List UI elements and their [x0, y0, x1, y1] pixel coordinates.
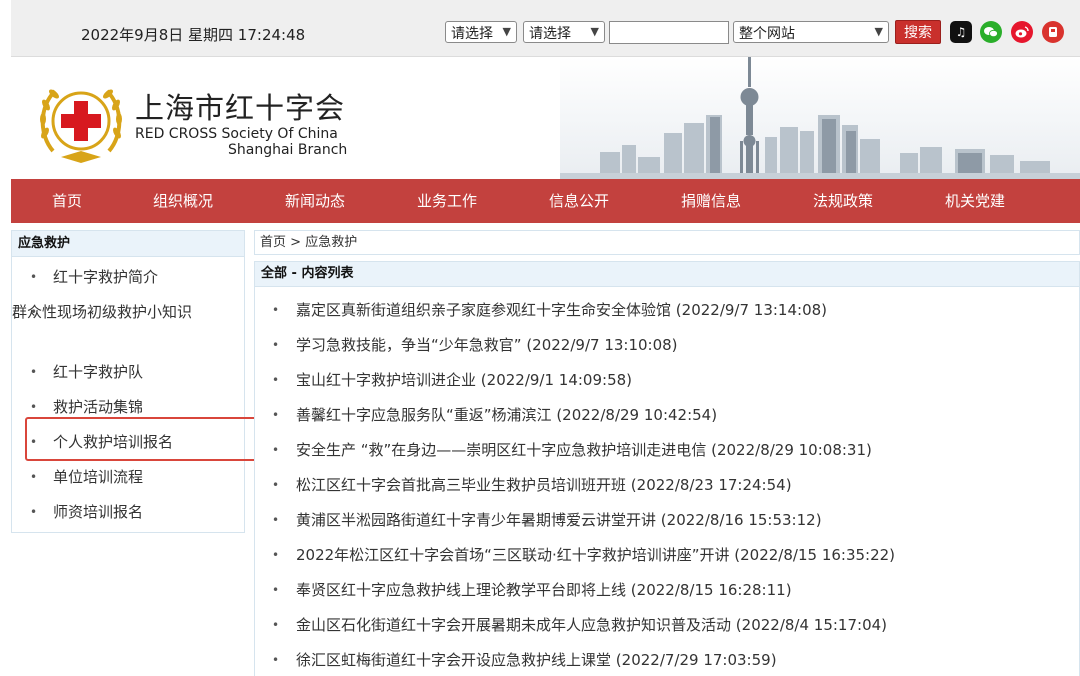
sidebar-item-label: 师资培训报名	[53, 503, 144, 521]
app-icon[interactable]	[1042, 21, 1064, 43]
bullet-icon: •	[30, 470, 38, 484]
bullet-icon: •	[30, 270, 38, 284]
chevron-down-icon: ▼	[590, 25, 599, 38]
site-name-en-line2: Shanghai Branch	[228, 142, 348, 158]
nav-item-organization[interactable]: 组织概况	[128, 179, 238, 223]
current-date: 2022年9月8日 星期四 17:24:48	[81, 26, 306, 44]
bullet-icon: •	[272, 583, 280, 597]
news-title[interactable]: 嘉定区真新街道组织亲子家庭参观红十字生命安全体验馆	[296, 301, 671, 319]
bullet-icon: •	[30, 365, 38, 379]
news-time: (2022/9/7 13:10:08)	[526, 336, 678, 354]
search-input[interactable]	[609, 21, 729, 44]
red-cross-logo[interactable]	[33, 73, 129, 169]
sidebar-item-teacher-training[interactable]: • 师资培训报名	[12, 500, 238, 525]
sidebar-item-label: 红十字救护队	[53, 363, 144, 381]
weibo-icon[interactable]	[1011, 21, 1033, 43]
highlight-box	[25, 417, 289, 461]
tiktok-icon[interactable]: ♫	[950, 21, 972, 43]
bullet-icon: •	[272, 618, 280, 632]
news-title[interactable]: 学习急救技能，争当“少年急救官”	[296, 336, 522, 354]
wechat-icon[interactable]	[980, 21, 1002, 43]
breadcrumb-separator: >	[290, 235, 302, 250]
app-glyph	[1049, 27, 1057, 37]
news-title[interactable]: 徐汇区虹梅街道红十字会开设应急救护线上课堂	[296, 651, 611, 669]
content-list-title: 全部 - 内容列表	[255, 262, 1079, 287]
bullet-icon: •	[272, 303, 280, 317]
chevron-down-icon: ▼	[874, 25, 883, 38]
site-name-en-line1: RED CROSS Society Of China	[135, 126, 338, 142]
sidebar-item-first-aid-tips[interactable]: • 群众性现场初级救护小知识	[12, 300, 244, 325]
news-title[interactable]: 善馨红十字应急服务队“重返”杨浦滨江	[296, 406, 552, 424]
news-time: (2022/9/1 14:09:58)	[480, 371, 633, 389]
nav-item-news[interactable]: 新闻动态	[260, 179, 370, 223]
nav-item-regulations[interactable]: 法规政策	[788, 179, 898, 223]
sidebar: 应急救护 • 红十字救护简介 • 群众性现场初级救护小知识 • 红十字救护队 •…	[11, 230, 245, 533]
sidebar-item-label: 单位培训流程	[53, 468, 144, 486]
sidebar-item-label: 红十字救护简介	[53, 268, 159, 286]
breadcrumb: 首页 > 应急救护	[254, 230, 1080, 255]
sidebar-title: 应急救护	[12, 231, 244, 257]
news-time: (2022/8/15 16:35:22)	[734, 546, 896, 564]
category-select-1[interactable]: 请选择 ▼	[445, 21, 517, 43]
search-button[interactable]: 搜索	[895, 20, 941, 44]
news-time: (2022/8/15 16:28:11)	[630, 581, 792, 599]
nav-item-home[interactable]: 首页	[12, 179, 122, 223]
nav-item-disclosure[interactable]: 信息公开	[524, 179, 634, 223]
news-time: (2022/8/29 10:08:31)	[711, 441, 872, 459]
breadcrumb-current[interactable]: 应急救护	[305, 235, 357, 250]
sidebar-item-unit-training[interactable]: • 单位培训流程	[12, 465, 238, 490]
bullet-icon: •	[272, 653, 280, 667]
bullet-icon: •	[272, 373, 280, 387]
nav-item-party[interactable]: 机关党建	[920, 179, 1030, 223]
main-nav: 首页 组织概况 新闻动态 业务工作 信息公开 捐赠信息 法规政策 机关党建	[11, 179, 1080, 223]
news-time: (2022/7/29 17:03:59)	[615, 651, 777, 669]
news-title[interactable]: 松江区红十字会首批高三毕业生救护员培训班开班	[296, 476, 626, 494]
news-time: (2022/8/29 10:42:54)	[556, 406, 718, 424]
breadcrumb-home[interactable]: 首页	[260, 235, 286, 250]
site-name-cn: 上海市红十字会	[135, 91, 346, 125]
site-header: 上海市红十字会 RED CROSS Society Of China Shang…	[11, 57, 1080, 179]
news-time: (2022/9/7 13:14:08)	[675, 301, 828, 319]
nav-item-business[interactable]: 业务工作	[392, 179, 502, 223]
bullet-icon: •	[272, 408, 280, 422]
news-title[interactable]: 金山区石化街道红十字会开展暑期未成年人应急救护知识普及活动	[296, 616, 731, 634]
category-select-2-value: 请选择	[529, 26, 571, 42]
bullet-icon: •	[272, 443, 280, 457]
search-scope-select[interactable]: 整个网站 ▼	[733, 21, 889, 43]
bullet-icon: •	[30, 305, 38, 319]
chevron-down-icon: ▼	[502, 25, 511, 38]
bullet-icon: •	[272, 513, 280, 527]
category-select-1-value: 请选择	[451, 26, 493, 42]
bullet-icon: •	[272, 478, 280, 492]
news-time: (2022/8/4 15:17:04)	[735, 616, 888, 634]
bullet-icon: •	[30, 505, 38, 519]
news-title[interactable]: 黄浦区半淞园路街道红十字青少年暑期博爱云讲堂开讲	[296, 511, 656, 529]
sidebar-item-intro[interactable]: • 红十字救护简介	[12, 265, 238, 290]
wechat-glyph	[984, 27, 998, 38]
weibo-glyph	[1015, 26, 1029, 38]
city-skyline-image	[560, 57, 1080, 179]
top-bar: 2022年9月8日 星期四 17:24:48 请选择 ▼ 请选择 ▼ 整个网站 …	[11, 0, 1080, 57]
bullet-icon: •	[272, 338, 280, 352]
news-time: (2022/8/23 17:24:54)	[630, 476, 792, 494]
content-panel: 全部 - 内容列表 • 嘉定区真新街道组织亲子家庭参观红十字生命安全体验馆 (20…	[254, 261, 1080, 676]
news-title[interactable]: 奉贤区红十字应急救护线上理论教学平台即将上线	[296, 581, 626, 599]
sidebar-item-rescue-team[interactable]: • 红十字救护队	[12, 360, 238, 385]
search-scope-value: 整个网站	[739, 26, 795, 42]
news-time: (2022/8/16 15:53:12)	[660, 511, 822, 529]
page: 2022年9月8日 星期四 17:24:48 请选择 ▼ 请选择 ▼ 整个网站 …	[11, 0, 1080, 676]
nav-item-donation[interactable]: 捐赠信息	[656, 179, 766, 223]
bullet-icon: •	[272, 548, 280, 562]
news-title[interactable]: 安全生产 “救”在身边——崇明区红十字应急救护培训走进电信	[296, 441, 706, 459]
news-title[interactable]: 宝山红十字救护培训进企业	[296, 371, 476, 389]
news-title[interactable]: 2022年松江区红十字会首场“三区联动·红十字救护培训讲座”开讲	[296, 546, 730, 564]
category-select-2[interactable]: 请选择 ▼	[523, 21, 605, 43]
